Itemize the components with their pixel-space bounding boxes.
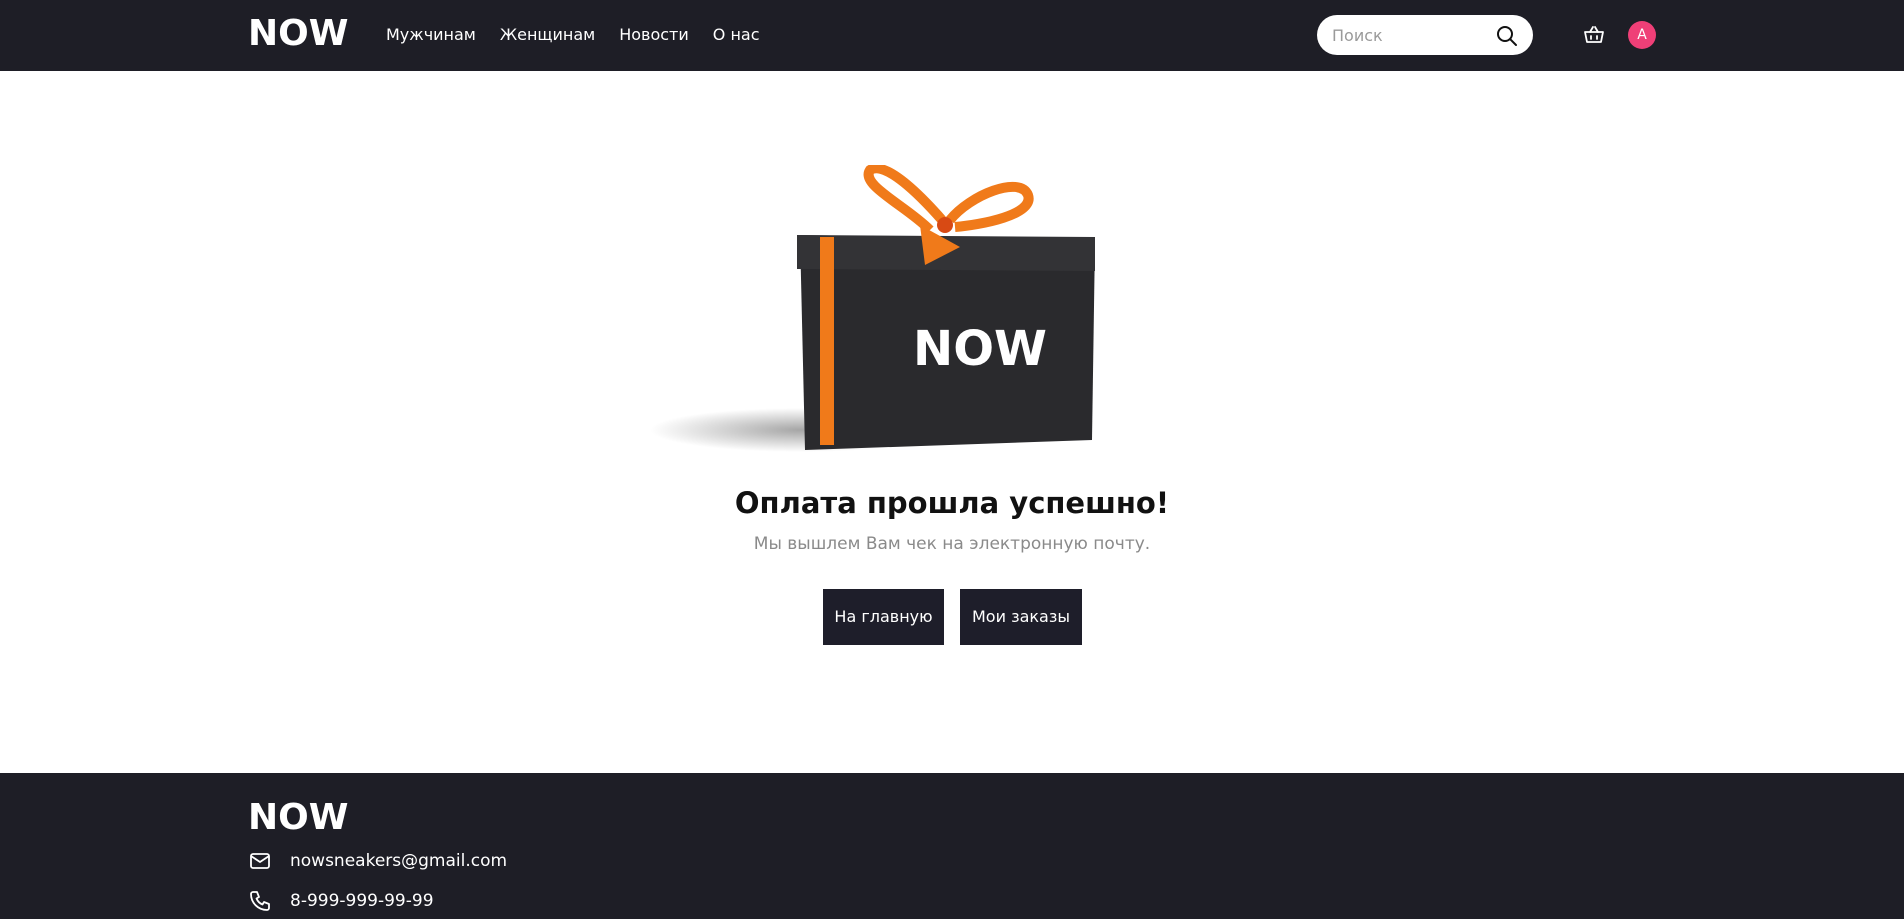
search-input[interactable]	[1332, 15, 1492, 55]
contact-phone: 8-999-999-99-99	[248, 889, 434, 913]
search-box	[1317, 15, 1533, 55]
gift-box-image: NOW	[650, 165, 1095, 452]
main-nav: Мужчинам Женщинам Новости О нас	[386, 24, 760, 46]
top-navbar: NOW Мужчинам Женщинам Новости О нас A	[0, 0, 1904, 71]
nav-link-about[interactable]: О нас	[713, 24, 760, 46]
nav-link-men[interactable]: Мужчинам	[386, 24, 476, 46]
search-icon[interactable]	[1495, 24, 1519, 48]
contact-email: nowsneakers@gmail.com	[248, 849, 507, 873]
page-title: Оплата прошла успешно!	[734, 486, 1170, 520]
nav-link-news[interactable]: Новости	[619, 24, 689, 46]
page-subtitle: Мы вышлем Вам чек на электронную почту.	[753, 534, 1151, 554]
logo[interactable]: NOW	[248, 12, 348, 56]
phone-icon	[250, 891, 270, 911]
box-logo: NOW	[913, 321, 1047, 377]
mail-icon	[250, 853, 270, 869]
phone-text[interactable]: 8-999-999-99-99	[290, 890, 434, 912]
basket-icon[interactable]	[1582, 23, 1606, 47]
home-button[interactable]: На главную	[823, 589, 944, 645]
user-avatar[interactable]: A	[1628, 21, 1656, 49]
email-text[interactable]: nowsneakers@gmail.com	[290, 850, 507, 872]
my-orders-button[interactable]: Мои заказы	[960, 589, 1082, 645]
footer: NOW nowsneakers@gmail.com 8-999-999-99-9…	[0, 773, 1904, 919]
footer-logo[interactable]: NOW	[248, 796, 348, 840]
nav-link-women[interactable]: Женщинам	[500, 24, 595, 46]
